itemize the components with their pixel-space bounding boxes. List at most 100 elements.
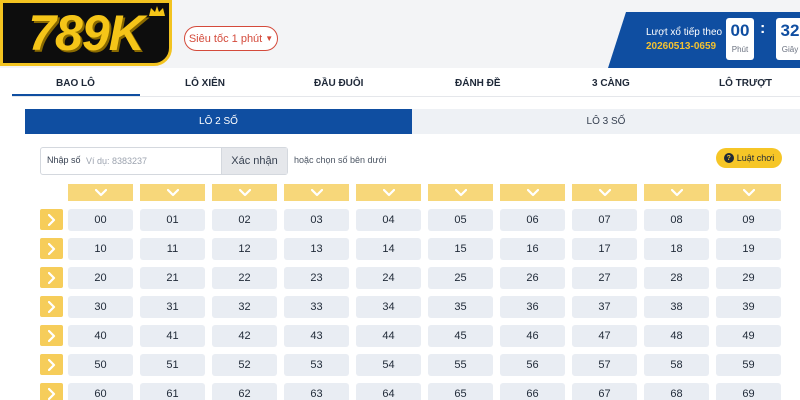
speed-select[interactable]: Siêu tốc 1 phút ▼ xyxy=(184,26,278,51)
tab-lo-xien[interactable]: LÔ XIÊN xyxy=(185,78,225,89)
number-cell[interactable]: 49 xyxy=(716,325,781,347)
number-cell[interactable]: 48 xyxy=(644,325,709,347)
number-cell[interactable]: 13 xyxy=(284,238,349,260)
number-cell[interactable]: 07 xyxy=(572,209,637,231)
number-cell[interactable]: 22 xyxy=(212,267,277,289)
column-toggle-5[interactable] xyxy=(428,184,493,201)
number-cell[interactable]: 59 xyxy=(716,354,781,376)
number-cell[interactable]: 58 xyxy=(644,354,709,376)
number-input[interactable] xyxy=(86,150,218,172)
number-cell[interactable]: 04 xyxy=(356,209,421,231)
number-cell[interactable]: 17 xyxy=(572,238,637,260)
number-cell[interactable]: 24 xyxy=(356,267,421,289)
number-cell[interactable]: 21 xyxy=(140,267,205,289)
number-cell[interactable]: 11 xyxy=(140,238,205,260)
number-cell[interactable]: 43 xyxy=(284,325,349,347)
number-cell[interactable]: 66 xyxy=(500,383,565,400)
tab-bao-lo[interactable]: BAO LÔ xyxy=(56,78,95,89)
number-cell[interactable]: 40 xyxy=(68,325,133,347)
number-cell[interactable]: 20 xyxy=(68,267,133,289)
number-cell[interactable]: 57 xyxy=(572,354,637,376)
confirm-button[interactable]: Xác nhận xyxy=(221,148,287,174)
tab-lo-truot[interactable]: LÔ TRƯỢT xyxy=(719,78,772,89)
number-cell[interactable]: 44 xyxy=(356,325,421,347)
number-cell[interactable]: 46 xyxy=(500,325,565,347)
row-toggle-2[interactable] xyxy=(40,267,63,288)
number-cell[interactable]: 62 xyxy=(212,383,277,400)
row-toggle-5[interactable] xyxy=(40,354,63,375)
number-cell[interactable]: 33 xyxy=(284,296,349,318)
number-cell[interactable]: 51 xyxy=(140,354,205,376)
number-cell[interactable]: 31 xyxy=(140,296,205,318)
number-cell[interactable]: 67 xyxy=(572,383,637,400)
row-toggle-1[interactable] xyxy=(40,238,63,259)
number-cell[interactable]: 06 xyxy=(500,209,565,231)
number-cell[interactable]: 08 xyxy=(644,209,709,231)
number-cell[interactable]: 19 xyxy=(716,238,781,260)
tab-danh-de[interactable]: ĐÁNH ĐỀ xyxy=(455,78,501,89)
number-cell[interactable]: 28 xyxy=(644,267,709,289)
row-toggle-3[interactable] xyxy=(40,296,63,317)
number-cell[interactable]: 32 xyxy=(212,296,277,318)
number-cell[interactable]: 64 xyxy=(356,383,421,400)
tab-3-cang[interactable]: 3 CÀNG xyxy=(592,78,630,89)
rules-button[interactable]: ? Luật chơi xyxy=(716,148,782,168)
column-toggle-2[interactable] xyxy=(212,184,277,201)
column-toggle-0[interactable] xyxy=(68,184,133,201)
number-cell[interactable]: 61 xyxy=(140,383,205,400)
column-toggle-4[interactable] xyxy=(356,184,421,201)
logo[interactable]: 789K xyxy=(0,0,172,66)
number-cell[interactable]: 55 xyxy=(428,354,493,376)
row-toggle-6[interactable] xyxy=(40,383,63,400)
number-cell[interactable]: 02 xyxy=(212,209,277,231)
number-cell[interactable]: 69 xyxy=(716,383,781,400)
tab-dau-duoi[interactable]: ĐẦU ĐUÔI xyxy=(314,78,363,89)
number-cell[interactable]: 47 xyxy=(572,325,637,347)
subtab-lo-2-so[interactable]: LÔ 2 SỐ xyxy=(25,109,412,134)
number-cell[interactable]: 36 xyxy=(500,296,565,318)
number-cell[interactable]: 35 xyxy=(428,296,493,318)
number-cell[interactable]: 60 xyxy=(68,383,133,400)
number-cell[interactable]: 12 xyxy=(212,238,277,260)
number-cell[interactable]: 14 xyxy=(356,238,421,260)
number-cell[interactable]: 63 xyxy=(284,383,349,400)
number-cell[interactable]: 05 xyxy=(428,209,493,231)
number-cell[interactable]: 26 xyxy=(500,267,565,289)
number-cell[interactable]: 16 xyxy=(500,238,565,260)
number-cell[interactable]: 41 xyxy=(140,325,205,347)
column-toggle-9[interactable] xyxy=(716,184,781,201)
row-toggle-4[interactable] xyxy=(40,325,63,346)
column-toggle-8[interactable] xyxy=(644,184,709,201)
number-cell[interactable]: 52 xyxy=(212,354,277,376)
number-cell[interactable]: 27 xyxy=(572,267,637,289)
number-cell[interactable]: 00 xyxy=(68,209,133,231)
number-cell[interactable]: 23 xyxy=(284,267,349,289)
number-cell[interactable]: 56 xyxy=(500,354,565,376)
column-toggle-6[interactable] xyxy=(500,184,565,201)
number-cell[interactable]: 39 xyxy=(716,296,781,318)
number-cell[interactable]: 38 xyxy=(644,296,709,318)
number-cell[interactable]: 15 xyxy=(428,238,493,260)
number-cell[interactable]: 29 xyxy=(716,267,781,289)
number-cell[interactable]: 18 xyxy=(644,238,709,260)
number-cell[interactable]: 50 xyxy=(68,354,133,376)
number-cell[interactable]: 34 xyxy=(356,296,421,318)
column-toggle-1[interactable] xyxy=(140,184,205,201)
number-cell[interactable]: 09 xyxy=(716,209,781,231)
row-toggle-0[interactable] xyxy=(40,209,63,230)
number-cell[interactable]: 10 xyxy=(68,238,133,260)
number-cell[interactable]: 53 xyxy=(284,354,349,376)
number-cell[interactable]: 54 xyxy=(356,354,421,376)
number-cell[interactable]: 68 xyxy=(644,383,709,400)
number-cell[interactable]: 65 xyxy=(428,383,493,400)
column-toggle-3[interactable] xyxy=(284,184,349,201)
number-cell[interactable]: 01 xyxy=(140,209,205,231)
column-toggle-7[interactable] xyxy=(572,184,637,201)
subtab-lo-3-so[interactable]: LÔ 3 SỐ xyxy=(412,109,800,134)
number-cell[interactable]: 37 xyxy=(572,296,637,318)
number-cell[interactable]: 30 xyxy=(68,296,133,318)
number-cell[interactable]: 42 xyxy=(212,325,277,347)
number-cell[interactable]: 45 xyxy=(428,325,493,347)
number-cell[interactable]: 03 xyxy=(284,209,349,231)
number-cell[interactable]: 25 xyxy=(428,267,493,289)
